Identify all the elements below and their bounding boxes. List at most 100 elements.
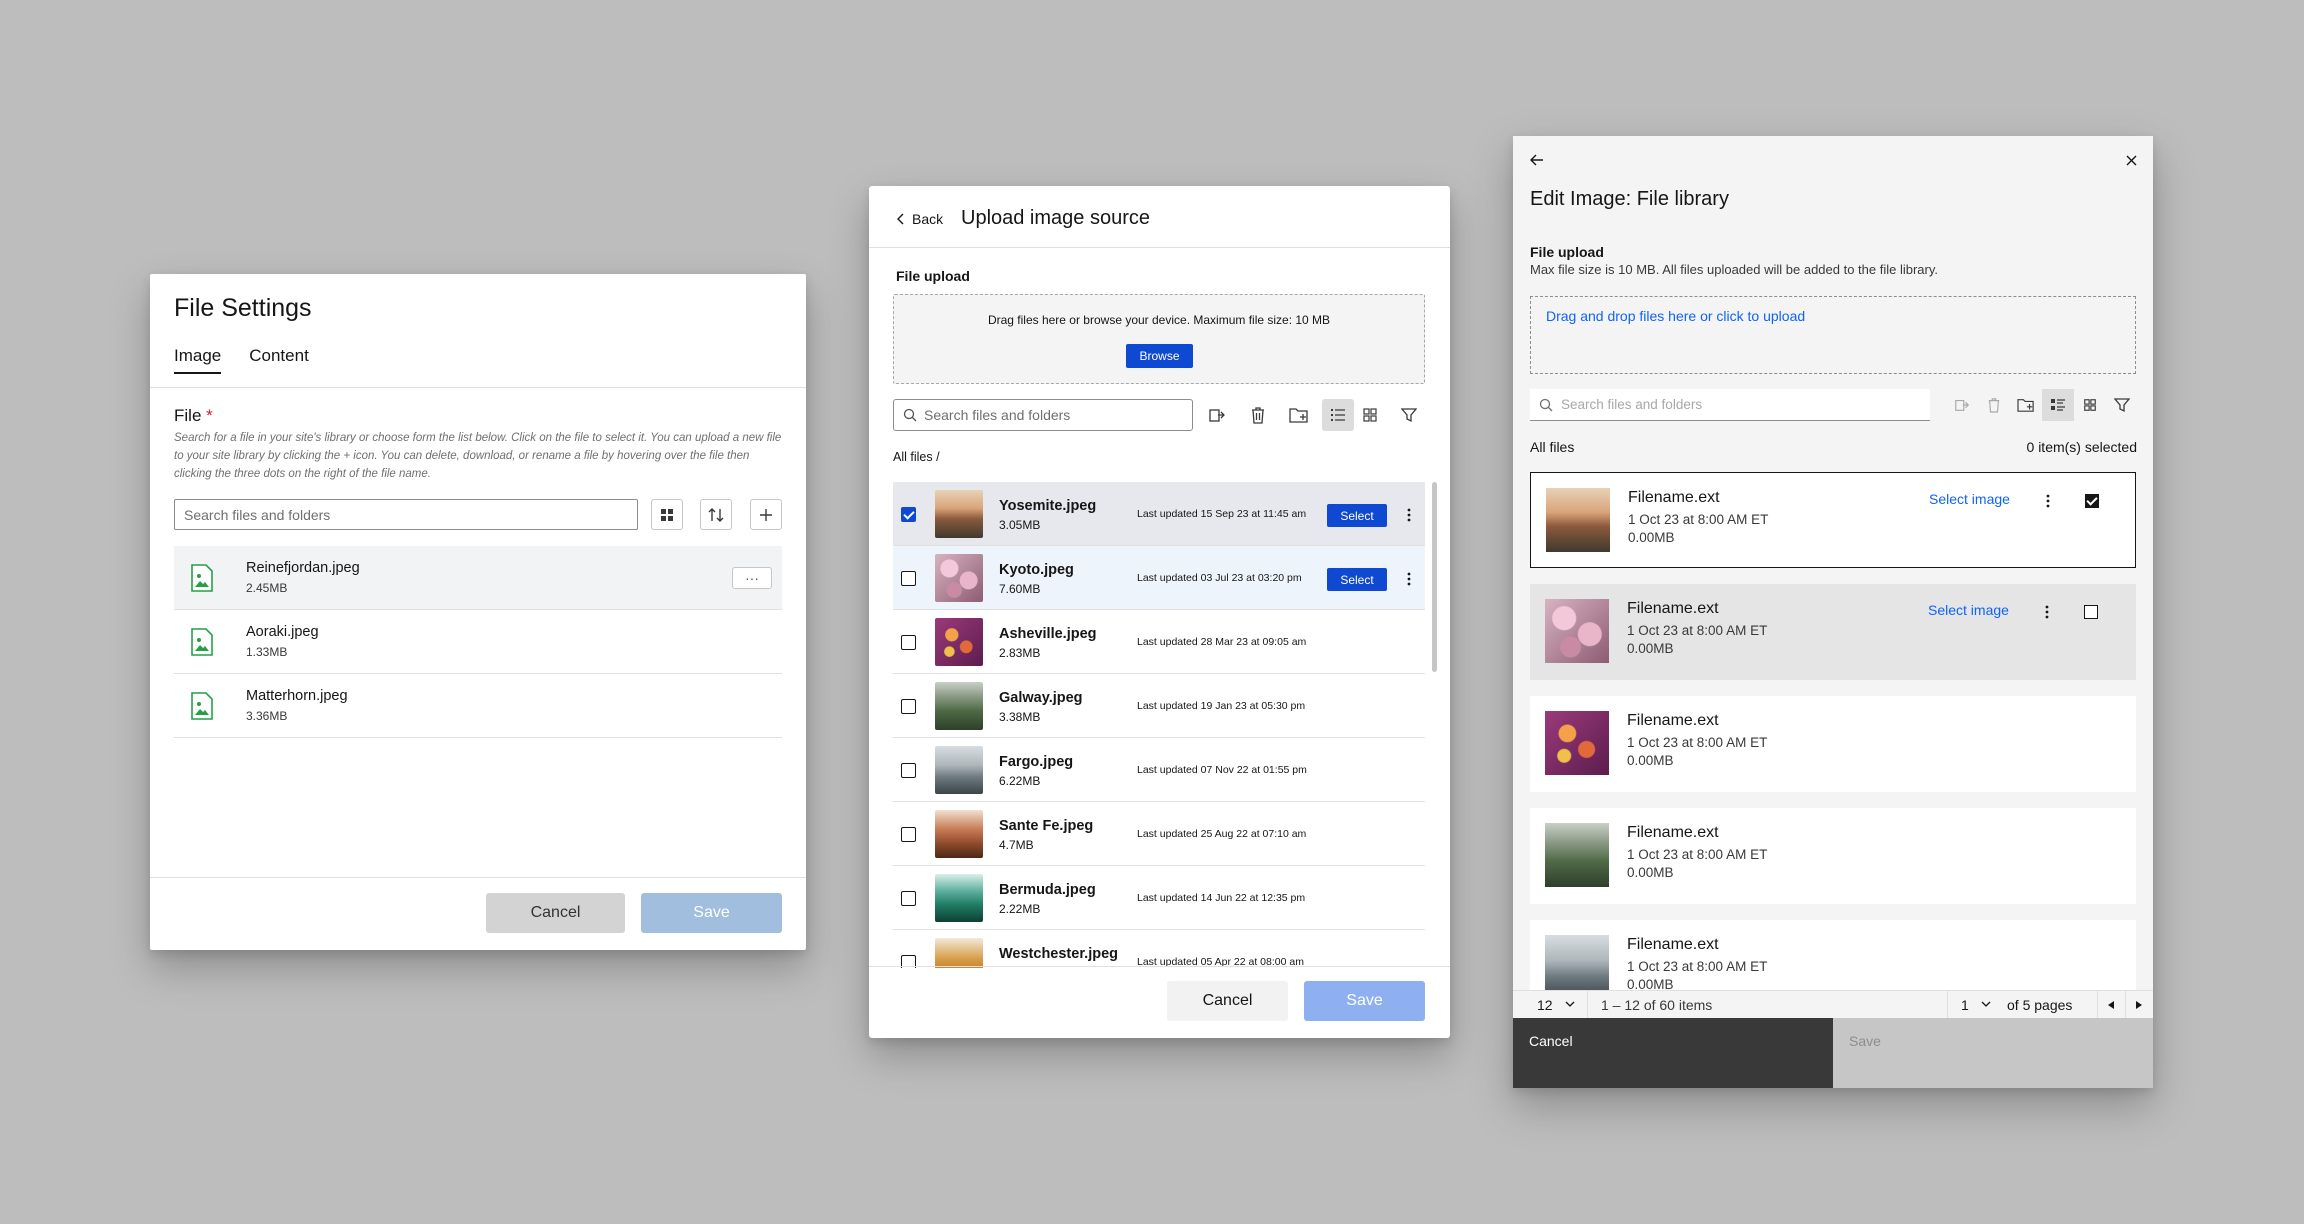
list-item[interactable]: Reinefjordan.jpeg 2.45MB ··· bbox=[174, 546, 782, 610]
tab-image[interactable]: Image bbox=[174, 346, 222, 374]
tab-content[interactable]: Content bbox=[249, 346, 309, 374]
select-button[interactable]: Select bbox=[1327, 504, 1387, 527]
row-checkbox[interactable] bbox=[901, 891, 916, 906]
overflow-menu-button[interactable] bbox=[2040, 601, 2054, 623]
page-select[interactable]: 1 bbox=[1961, 997, 1969, 1013]
file-date: 1 Oct 23 at 8:00 AM ET bbox=[1628, 512, 1769, 527]
save-button[interactable]: Save bbox=[1833, 1018, 2153, 1088]
cancel-button[interactable]: Cancel bbox=[1167, 981, 1288, 1021]
file-name: Yosemite.jpeg bbox=[999, 498, 1097, 514]
page-size-select[interactable]: 12 bbox=[1537, 997, 1553, 1013]
row-checkbox[interactable] bbox=[901, 507, 916, 522]
overflow-vertical-icon bbox=[2045, 605, 2049, 619]
previous-page-button[interactable] bbox=[2097, 991, 2125, 1019]
file-name: Sante Fe.jpeg bbox=[999, 818, 1094, 834]
drop-zone-link[interactable]: Drag and drop files here or click to upl… bbox=[1546, 308, 1805, 324]
file-name: Filename.ext bbox=[1627, 712, 1719, 729]
table-row[interactable]: Fargo.jpeg 6.22MB Last updated 07 Nov 22… bbox=[893, 738, 1425, 802]
grid-icon bbox=[1363, 408, 1377, 422]
table-row[interactable]: Kyoto.jpeg 7.60MB Last updated 03 Jul 23… bbox=[893, 546, 1425, 610]
search-input[interactable]: Search files and folders bbox=[893, 399, 1193, 431]
search-input[interactable]: Search files and folders bbox=[1530, 389, 1930, 421]
sort-button[interactable] bbox=[700, 499, 732, 530]
dialog-title: File Settings bbox=[174, 294, 312, 322]
browse-button[interactable]: Browse bbox=[1126, 344, 1193, 368]
row-checkbox[interactable] bbox=[901, 827, 916, 842]
scrollbar[interactable] bbox=[1432, 482, 1437, 672]
row-checkbox[interactable] bbox=[901, 635, 916, 650]
table-row[interactable]: Galway.jpeg 3.38MB Last updated 19 Jan 2… bbox=[893, 674, 1425, 738]
grid-view-button[interactable] bbox=[2074, 389, 2106, 421]
dialog-title: Edit Image: File library bbox=[1530, 188, 1729, 210]
file-table: Yosemite.jpeg 3.05MB Last updated 15 Sep… bbox=[893, 482, 1425, 968]
back-button[interactable]: Back bbox=[896, 211, 943, 227]
add-file-button[interactable] bbox=[750, 499, 782, 530]
overflow-menu-button[interactable] bbox=[1401, 504, 1417, 526]
file-card[interactable]: Filename.ext 1 Oct 23 at 8:00 AM ET 0.00… bbox=[1530, 808, 2136, 904]
list-view-button[interactable] bbox=[2042, 389, 2074, 421]
file-card[interactable]: Filename.ext 1 Oct 23 at 8:00 AM ET 0.00… bbox=[1530, 472, 2136, 568]
last-updated: Last updated 28 Mar 23 at 09:05 am bbox=[1137, 636, 1307, 648]
cancel-button[interactable]: Cancel bbox=[1513, 1018, 1833, 1088]
chevron-left-icon bbox=[897, 213, 904, 225]
filter-button[interactable] bbox=[2106, 389, 2138, 421]
search-input[interactable]: Search files and folders bbox=[174, 499, 638, 530]
select-image-link[interactable]: Select image bbox=[1929, 491, 2010, 507]
back-button[interactable] bbox=[1530, 153, 1544, 171]
move-button[interactable] bbox=[1946, 389, 1978, 421]
grid-view-button[interactable] bbox=[1354, 399, 1386, 431]
more-options-button[interactable]: ··· bbox=[732, 567, 772, 589]
delete-button[interactable] bbox=[1978, 389, 2010, 421]
table-row[interactable]: Yosemite.jpeg 3.05MB Last updated 15 Sep… bbox=[893, 482, 1425, 546]
move-button[interactable] bbox=[1201, 399, 1233, 431]
file-card[interactable]: Filename.ext 1 Oct 23 at 8:00 AM ET 0.00… bbox=[1530, 696, 2136, 792]
save-button[interactable]: Save bbox=[1304, 981, 1425, 1021]
delete-button[interactable] bbox=[1242, 399, 1274, 431]
row-checkbox[interactable] bbox=[901, 571, 916, 586]
cancel-button[interactable]: Cancel bbox=[486, 893, 625, 933]
file-card[interactable]: Filename.ext 1 Oct 23 at 8:00 AM ET 0.00… bbox=[1530, 584, 2136, 680]
close-icon bbox=[2126, 155, 2137, 166]
image-thumbnail bbox=[935, 938, 983, 968]
file-name: Fargo.jpeg bbox=[999, 754, 1074, 770]
overflow-menu-button[interactable] bbox=[2041, 490, 2055, 512]
file-size: 0.00MB bbox=[1627, 753, 1674, 768]
file-size: 0.00MB bbox=[1627, 977, 1674, 990]
close-button[interactable] bbox=[2126, 153, 2137, 171]
last-updated: Last updated 25 Aug 22 at 07:10 am bbox=[1137, 828, 1307, 840]
select-button[interactable]: Select bbox=[1327, 568, 1387, 591]
file-drop-zone[interactable]: Drag and drop files here or click to upl… bbox=[1530, 296, 2136, 374]
grid-icon bbox=[661, 508, 673, 521]
tab-bar: Image Content bbox=[174, 346, 309, 374]
save-button[interactable]: Save bbox=[641, 893, 782, 933]
select-image-link[interactable]: Select image bbox=[1928, 602, 2009, 618]
row-checkbox[interactable] bbox=[901, 763, 916, 778]
overflow-menu-button[interactable] bbox=[1401, 568, 1417, 590]
breadcrumb[interactable]: All files / bbox=[893, 450, 940, 464]
table-row[interactable]: Sante Fe.jpeg 4.7MB Last updated 25 Aug … bbox=[893, 802, 1425, 866]
list-item[interactable]: Aoraki.jpeg 1.33MB bbox=[174, 610, 782, 674]
new-folder-button[interactable] bbox=[2010, 389, 2042, 421]
table-row[interactable]: Westchester.jpeg Last updated 05 Apr 22 … bbox=[893, 930, 1425, 968]
card-checkbox[interactable] bbox=[2085, 494, 2099, 508]
new-folder-button[interactable] bbox=[1283, 399, 1315, 431]
next-page-button[interactable] bbox=[2125, 991, 2153, 1019]
card-checkbox[interactable] bbox=[2084, 605, 2098, 619]
row-checkbox[interactable] bbox=[901, 699, 916, 714]
table-row[interactable]: Bermuda.jpeg 2.22MB Last updated 14 Jun … bbox=[893, 866, 1425, 930]
file-drop-zone[interactable]: Drag files here or browse your device. M… bbox=[893, 294, 1425, 384]
image-thumbnail bbox=[935, 682, 983, 730]
file-size: 3.36MB bbox=[246, 709, 288, 723]
folder-add-icon bbox=[1289, 408, 1308, 423]
trash-icon bbox=[1988, 398, 2000, 413]
file-size: 0.00MB bbox=[1627, 865, 1674, 880]
filter-button[interactable] bbox=[1393, 399, 1425, 431]
file-name: Asheville.jpeg bbox=[999, 626, 1097, 642]
list-view-button[interactable] bbox=[1322, 399, 1354, 431]
grid-view-button[interactable] bbox=[651, 499, 683, 530]
filter-icon bbox=[1401, 408, 1417, 423]
file-name: Matterhorn.jpeg bbox=[246, 688, 348, 704]
table-row[interactable]: Asheville.jpeg 2.83MB Last updated 28 Ma… bbox=[893, 610, 1425, 674]
file-card[interactable]: Filename.ext 1 Oct 23 at 8:00 AM ET 0.00… bbox=[1530, 920, 2136, 990]
list-item[interactable]: Matterhorn.jpeg 3.36MB bbox=[174, 674, 782, 738]
